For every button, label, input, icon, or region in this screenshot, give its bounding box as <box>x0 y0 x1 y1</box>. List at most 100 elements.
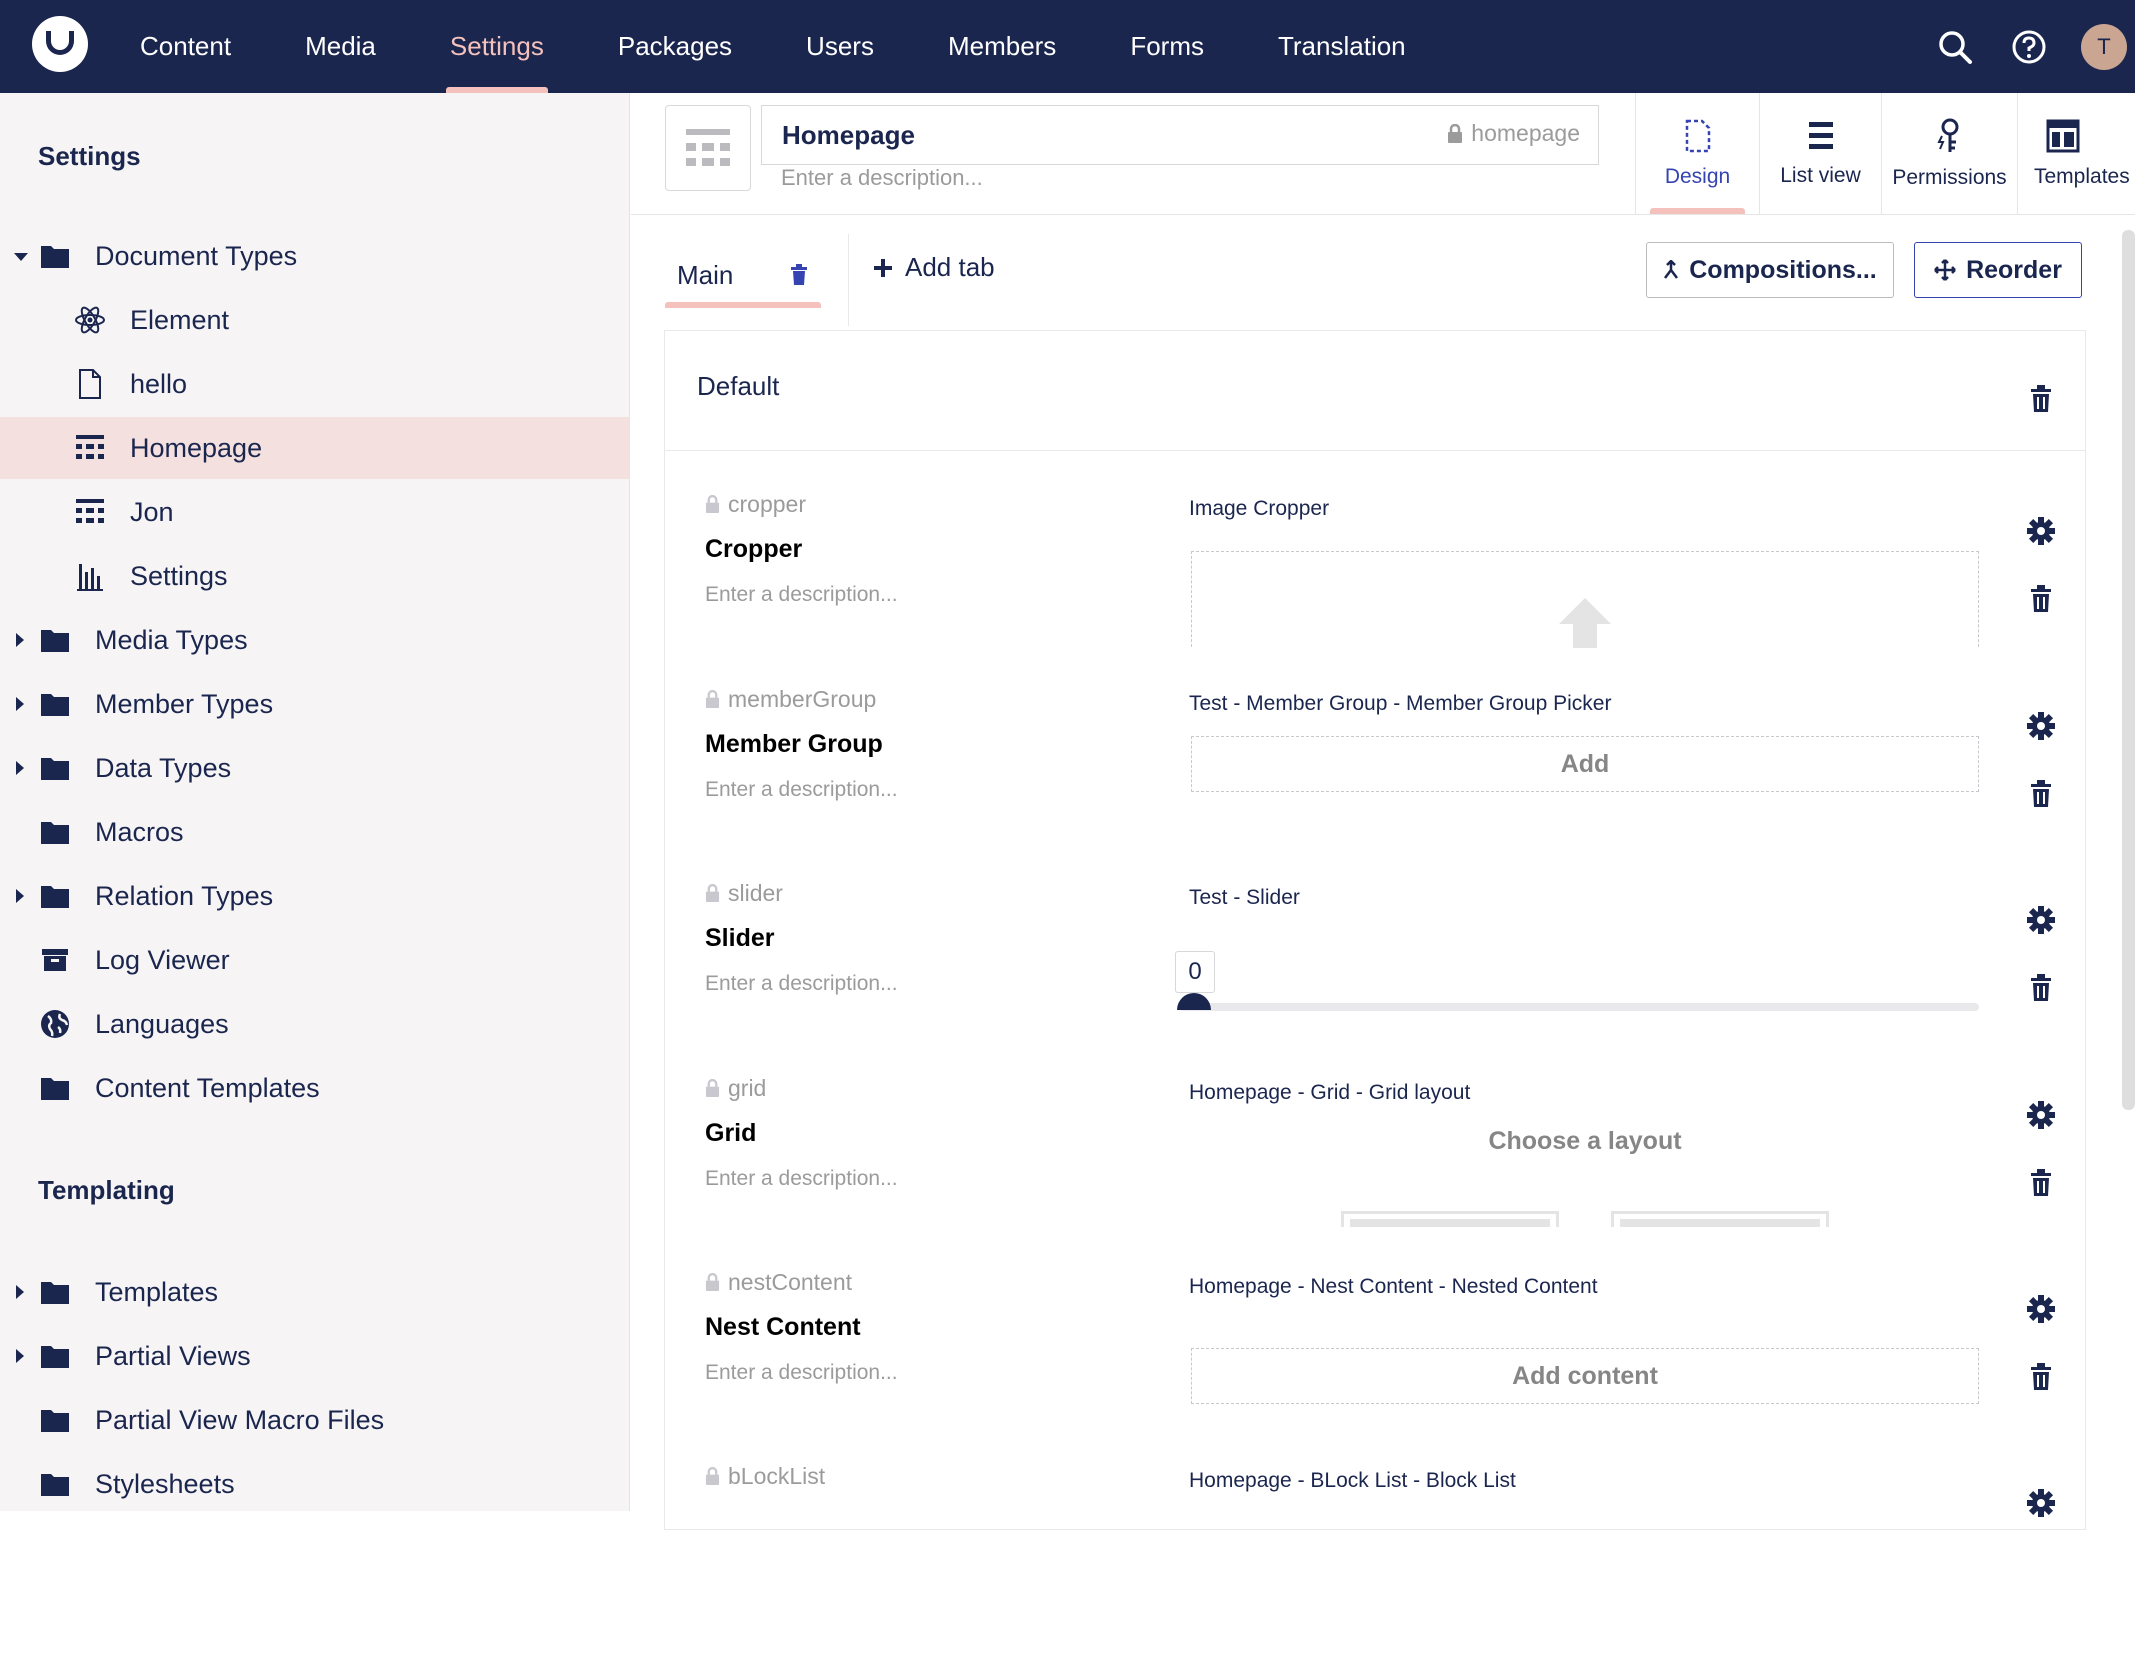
caret-right-icon[interactable] <box>16 889 24 903</box>
property-alias[interactable]: grid <box>705 1075 766 1102</box>
property-row-block-list[interactable]: bLockList Homepage - BLock List - Block … <box>665 1463 2085 1657</box>
grid-layout-option-1[interactable] <box>1341 1211 1559 1227</box>
property-alias[interactable]: cropper <box>705 491 806 518</box>
lock-icon[interactable] <box>705 1273 720 1292</box>
caret-down-icon[interactable] <box>14 253 28 261</box>
property-description[interactable]: Enter a description... <box>705 1361 898 1385</box>
nav-media[interactable]: Media <box>283 0 398 93</box>
property-name[interactable]: Slider <box>705 924 774 953</box>
tree-item-macros[interactable]: Macros <box>0 801 629 863</box>
tree-item-stylesheets[interactable]: Stylesheets <box>0 1453 629 1515</box>
tab-list-view[interactable]: List view <box>1759 93 1881 214</box>
tree-item-partial-views[interactable]: Partial Views <box>0 1325 629 1387</box>
doctype-description-input[interactable]: Enter a description... <box>781 165 983 191</box>
property-row-member-group[interactable]: memberGroup Member Group Enter a descrip… <box>665 686 2085 880</box>
gear-icon[interactable] <box>2023 902 2059 938</box>
nest-content-add-button[interactable]: Add content <box>1191 1348 1979 1404</box>
property-row-slider[interactable]: slider Slider Enter a description... Tes… <box>665 880 2085 1074</box>
property-description[interactable]: Enter a description... <box>705 583 898 607</box>
reorder-button[interactable]: Reorder <box>1914 242 2082 298</box>
trash-icon[interactable] <box>2023 581 2059 617</box>
lock-icon[interactable] <box>705 495 720 514</box>
property-editor-name[interactable]: Homepage - BLock List - Block List <box>1189 1469 1516 1493</box>
gear-icon[interactable] <box>2023 708 2059 744</box>
tree-item-languages[interactable]: Languages <box>0 993 629 1055</box>
tree-item-element[interactable]: Element <box>0 289 629 351</box>
member-group-add-button[interactable]: Add <box>1191 736 1979 792</box>
lock-icon[interactable] <box>705 884 720 903</box>
property-row-grid[interactable]: grid Grid Enter a description... Homepag… <box>665 1075 2085 1269</box>
nav-forms[interactable]: Forms <box>1108 0 1226 93</box>
trash-icon[interactable] <box>2030 385 2052 413</box>
tab-main[interactable]: Main <box>665 248 821 308</box>
tab-permissions[interactable]: Permissions <box>1881 93 2017 214</box>
property-alias[interactable]: slider <box>705 880 783 907</box>
tab-design[interactable]: Design <box>1635 93 1759 214</box>
help-icon[interactable] <box>2007 25 2051 69</box>
property-editor-name[interactable]: Image Cropper <box>1189 497 1329 521</box>
gear-icon[interactable] <box>2023 513 2059 549</box>
property-description[interactable]: Enter a description... <box>705 778 898 802</box>
property-name[interactable]: Cropper <box>705 535 802 564</box>
caret-right-icon[interactable] <box>16 1349 24 1363</box>
lock-icon[interactable] <box>705 690 720 709</box>
tree-item-document-types[interactable]: Document Types <box>0 225 629 287</box>
trash-icon[interactable] <box>2023 1165 2059 1201</box>
tree-item-templates[interactable]: Templates <box>0 1261 629 1323</box>
trash-icon[interactable] <box>2023 970 2059 1006</box>
property-alias[interactable]: memberGroup <box>705 686 876 713</box>
nav-packages[interactable]: Packages <box>596 0 754 93</box>
trash-icon[interactable] <box>2023 776 2059 812</box>
property-row-nest-content[interactable]: nestContent Nest Content Enter a descrip… <box>665 1269 2085 1463</box>
property-name[interactable]: Grid <box>705 1119 756 1148</box>
property-editor-name[interactable]: Homepage - Nest Content - Nested Content <box>1189 1275 1598 1299</box>
tree-item-homepage[interactable]: Homepage <box>0 417 629 479</box>
tree-item-log-viewer[interactable]: Log Viewer <box>0 929 629 991</box>
slider-track[interactable] <box>1179 1003 1979 1011</box>
doctype-name-input[interactable]: Homepage homepage <box>761 105 1599 165</box>
grid-layout-option-2[interactable] <box>1611 1211 1829 1227</box>
property-name[interactable]: Nest Content <box>705 1313 861 1342</box>
nav-translation[interactable]: Translation <box>1256 0 1428 93</box>
tree-item-member-types[interactable]: Member Types <box>0 673 629 735</box>
nav-users[interactable]: Users <box>784 0 896 93</box>
property-editor-name[interactable]: Homepage - Grid - Grid layout <box>1189 1081 1470 1105</box>
property-alias[interactable]: bLockList <box>705 1463 825 1490</box>
gear-icon[interactable] <box>2023 1291 2059 1327</box>
gear-icon[interactable] <box>2023 1097 2059 1133</box>
main-scrollbar[interactable] <box>2122 230 2135 1110</box>
tree-item-jon[interactable]: Jon <box>0 481 629 543</box>
property-editor-name[interactable]: Test - Slider <box>1189 886 1300 910</box>
lock-icon[interactable] <box>1447 123 1463 144</box>
doctype-icon-picker[interactable] <box>665 105 751 191</box>
trash-icon[interactable] <box>790 264 808 286</box>
alias-field[interactable]: homepage <box>1447 120 1580 147</box>
tree-item-hello[interactable]: hello <box>0 353 629 415</box>
group-title-input[interactable]: Default <box>697 371 779 402</box>
lock-icon[interactable] <box>705 1467 720 1486</box>
property-editor-name[interactable]: Test - Member Group - Member Group Picke… <box>1189 692 1611 716</box>
user-avatar[interactable]: T <box>2081 23 2127 70</box>
property-description[interactable]: Enter a description... <box>705 972 898 996</box>
gear-icon[interactable] <box>2023 1485 2059 1521</box>
add-tab-button[interactable]: Add tab <box>873 252 995 283</box>
tree-item-data-types[interactable]: Data Types <box>0 737 629 799</box>
property-alias[interactable]: nestContent <box>705 1269 852 1296</box>
property-description[interactable]: Enter a description... <box>705 1167 898 1191</box>
lock-icon[interactable] <box>705 1079 720 1098</box>
tree-item-content-templates[interactable]: Content Templates <box>0 1057 629 1119</box>
tab-templates[interactable]: Templates <box>2017 93 2135 214</box>
nav-content[interactable]: Content <box>118 0 253 93</box>
search-icon[interactable] <box>1933 25 1977 69</box>
compositions-button[interactable]: Compositions... <box>1646 242 1894 298</box>
tree-item-partial-view-macro-files[interactable]: Partial View Macro Files <box>0 1389 629 1451</box>
tree-item-relation-types[interactable]: Relation Types <box>0 865 629 927</box>
caret-right-icon[interactable] <box>16 761 24 775</box>
trash-icon[interactable] <box>2023 1359 2059 1395</box>
property-row-cropper[interactable]: cropper Cropper Enter a description... I… <box>665 491 2085 685</box>
image-cropper-preview[interactable] <box>1191 551 1979 648</box>
nav-settings[interactable]: Settings <box>428 0 566 93</box>
nav-members[interactable]: Members <box>926 0 1078 93</box>
caret-right-icon[interactable] <box>16 1285 24 1299</box>
caret-right-icon[interactable] <box>16 633 24 647</box>
